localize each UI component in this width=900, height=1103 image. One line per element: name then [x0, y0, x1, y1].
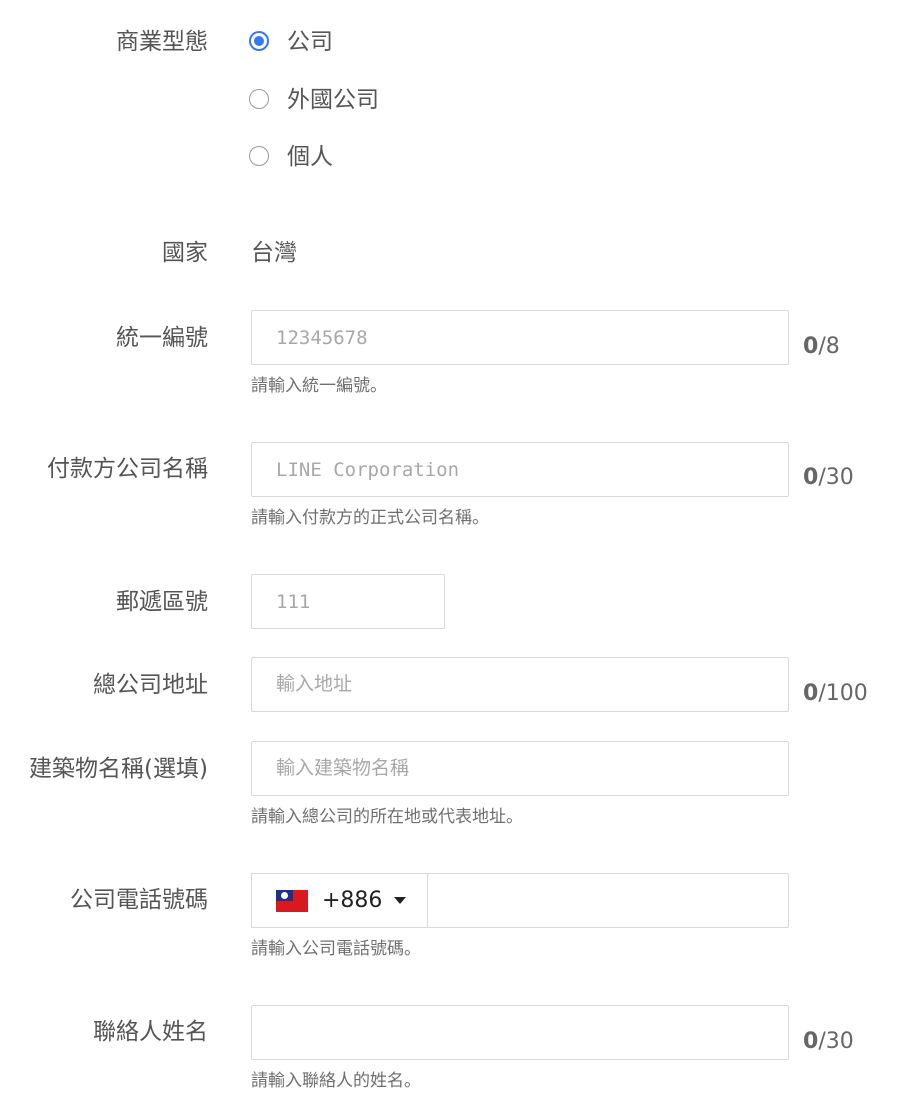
- postal-code-label: 郵遞區號: [116, 589, 208, 615]
- contact-name-field[interactable]: [251, 1005, 789, 1060]
- phone-field[interactable]: [427, 873, 789, 928]
- address-field[interactable]: [251, 657, 789, 712]
- radio-company-label[interactable]: 公司: [287, 28, 333, 56]
- radio-foreign-company-label[interactable]: 外國公司: [287, 86, 379, 114]
- country-code-dropdown[interactable]: +886: [251, 873, 428, 928]
- tax-id-counter: 0/8: [803, 334, 840, 359]
- postal-code-input[interactable]: [252, 575, 444, 628]
- radio-company[interactable]: [249, 31, 269, 51]
- building-field[interactable]: [251, 741, 789, 796]
- postal-code-field[interactable]: [251, 574, 445, 629]
- phone-input[interactable]: [428, 874, 788, 927]
- company-name-counter: 0/30: [803, 465, 854, 490]
- radio-individual[interactable]: [249, 146, 269, 166]
- company-name-label: 付款方公司名稱: [47, 456, 208, 482]
- address-label: 總公司地址: [93, 672, 208, 698]
- chevron-down-icon: [394, 897, 407, 904]
- contact-name-input[interactable]: [252, 1006, 788, 1059]
- contact-name-help: 請輸入聯絡人的姓名。: [251, 1071, 421, 1091]
- taiwan-flag-icon: [276, 889, 308, 912]
- country-code-value: +886: [322, 888, 383, 913]
- phone-help: 請輸入公司電話號碼。: [251, 939, 421, 959]
- country-value: 台灣: [251, 240, 297, 266]
- radio-foreign-company[interactable]: [249, 89, 269, 109]
- contact-name-label: 聯絡人姓名: [93, 1019, 208, 1045]
- tax-id-help: 請輸入統一編號。: [251, 376, 387, 396]
- company-name-help: 請輸入付款方的正式公司名稱。: [251, 508, 489, 528]
- contact-name-counter: 0/30: [803, 1029, 854, 1054]
- company-name-input[interactable]: [252, 443, 788, 496]
- tax-id-field[interactable]: [251, 310, 789, 365]
- address-input[interactable]: [252, 658, 788, 711]
- radio-individual-label[interactable]: 個人: [287, 143, 333, 171]
- building-input[interactable]: [252, 742, 788, 795]
- phone-label: 公司電話號碼: [70, 887, 208, 913]
- building-label: 建築物名稱(選填): [29, 756, 208, 782]
- building-help: 請輸入總公司的所在地或代表地址。: [251, 807, 523, 827]
- country-label: 國家: [162, 240, 208, 266]
- business-type-label: 商業型態: [116, 29, 208, 55]
- tax-id-input[interactable]: [252, 311, 788, 364]
- company-name-field[interactable]: [251, 442, 789, 497]
- address-counter: 0/100: [803, 681, 868, 706]
- tax-id-label: 統一編號: [116, 325, 208, 351]
